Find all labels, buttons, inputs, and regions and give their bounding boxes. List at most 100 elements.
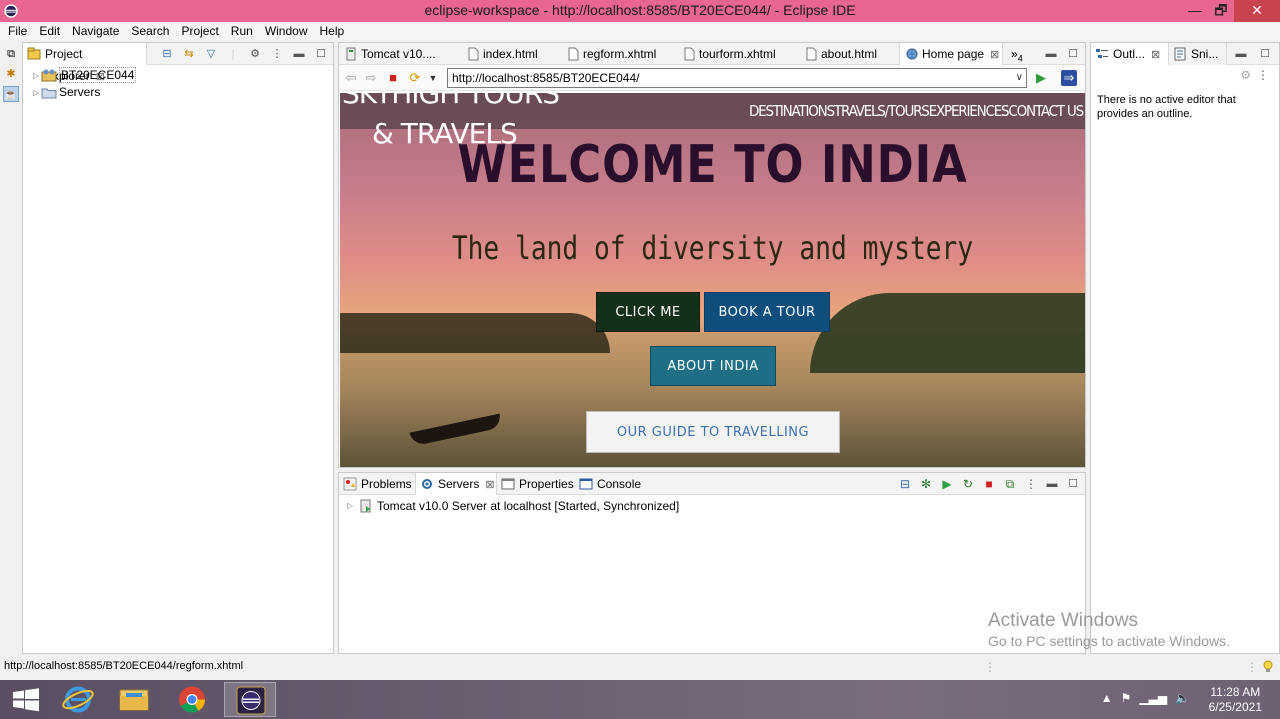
tab-label: Tomcat v10....	[361, 47, 436, 61]
navigator-icon[interactable]: ✱	[3, 66, 19, 82]
about-india-button[interactable]: ABOUT INDIA	[650, 346, 776, 386]
tab-properties[interactable]: Properties	[497, 473, 579, 495]
maximize-view-icon[interactable]: ☐	[313, 46, 329, 62]
url-dropdown-icon[interactable]: ∨	[1016, 69, 1023, 87]
restore-button[interactable]: 🗗	[1206, 0, 1236, 22]
start-button[interactable]	[0, 682, 52, 717]
menu-window[interactable]: Window	[259, 22, 314, 40]
tab-index-html[interactable]: index.html	[461, 43, 561, 65]
start-server-icon[interactable]: ▶	[939, 476, 955, 492]
book-tour-button[interactable]: BOOK A TOUR	[704, 292, 830, 332]
tip-bulb-icon[interactable]	[1262, 660, 1274, 674]
collapse-all-icon[interactable]: ⊟	[159, 46, 175, 62]
sync-icon[interactable]: ⚙	[247, 46, 263, 62]
taskbar-clock[interactable]: 11:28 AM 6/25/2021	[1209, 685, 1262, 715]
url-input[interactable]: http://localhost:8585/BT20ECE044/ ∨	[447, 68, 1027, 88]
overflow-chevron-icon: »	[1011, 47, 1018, 61]
volume-icon[interactable]: 🔈	[1175, 691, 1190, 705]
problems-icon	[343, 477, 357, 491]
minimize-view-icon[interactable]: ▬	[291, 46, 307, 62]
travel-guide-button[interactable]: OUR GUIDE TO TRAVELLING	[586, 411, 840, 453]
tab-console[interactable]: Console	[575, 473, 645, 495]
menu-file[interactable]: File	[2, 22, 33, 40]
tab-overflow[interactable]: »4	[1007, 43, 1037, 65]
stop-server-icon[interactable]: ■	[981, 476, 997, 492]
back-icon[interactable]: ⇦	[343, 70, 359, 86]
collapse-all-icon[interactable]: ⊟	[897, 476, 913, 492]
tab-label: Properties	[519, 477, 574, 491]
nav-destinations[interactable]: DESTINATIONS	[749, 102, 835, 120]
tab-servers[interactable]: Servers ⊠	[415, 473, 497, 495]
taskbar-file-explorer[interactable]	[108, 682, 160, 717]
minimize-editor-icon[interactable]: ▬	[1043, 46, 1059, 62]
view-menu-icon[interactable]: ⋮	[269, 46, 285, 62]
stop-icon[interactable]: ■	[385, 70, 401, 86]
tab-tourform[interactable]: tourform.xhtml	[677, 43, 799, 65]
expand-arrow-icon[interactable]: ▷	[33, 67, 39, 84]
click-me-button[interactable]: CLICK ME	[596, 292, 700, 332]
close-tab-icon[interactable]: ⊠	[485, 479, 494, 491]
tree-item-project[interactable]: ▷ BT20ECE044	[31, 67, 333, 84]
view-menu-icon[interactable]: ⋮	[1023, 476, 1039, 492]
tree-item-servers[interactable]: ▷ Servers	[31, 84, 333, 101]
go-icon[interactable]: ▶	[1033, 70, 1049, 86]
tomcat-server-icon	[360, 499, 371, 513]
menu-run[interactable]: Run	[225, 22, 259, 40]
refresh-icon[interactable]: ⟳	[407, 70, 423, 86]
profile-server-icon[interactable]: ↻	[960, 476, 976, 492]
nav-experiences[interactable]: EXPERIENCES	[929, 102, 1010, 120]
tab-label: Servers	[438, 477, 480, 491]
activate-windows-title: Activate Windows	[988, 610, 1138, 631]
debug-server-icon[interactable]: ✻	[918, 476, 934, 492]
filter-icon[interactable]: ▽	[203, 46, 219, 62]
nav-contact-us[interactable]: CONTACT US	[1008, 102, 1084, 120]
menu-edit[interactable]: Edit	[33, 22, 66, 40]
tab-about[interactable]: about.html	[799, 43, 899, 65]
expand-arrow-icon[interactable]: ▷	[33, 84, 39, 101]
maximize-view-icon[interactable]: ☐	[1257, 46, 1273, 62]
taskbar-eclipse[interactable]	[224, 682, 276, 717]
minimize-view-icon[interactable]: ▬	[1044, 476, 1060, 492]
expand-arrow-icon[interactable]: ▷	[347, 497, 353, 515]
nav-travels-tours[interactable]: TRAVELS/TOURS	[834, 102, 930, 120]
maximize-editor-icon[interactable]: ☐	[1065, 46, 1081, 62]
server-row[interactable]: ▷ Tomcat v10.0 Server at localhost [Star…	[339, 497, 1085, 515]
sync-icon[interactable]: ⚙	[1240, 68, 1251, 82]
menu-search[interactable]: Search	[125, 22, 175, 40]
forward-icon[interactable]: ⇨	[363, 70, 379, 86]
explorer-toolbar: ⊟ ⇆ ▽ | ⚙ ⋮ ▬ ☐	[159, 46, 329, 62]
close-tab-icon[interactable]: ⊠	[990, 49, 999, 61]
restore-perspective-icon[interactable]: ⧉	[3, 46, 19, 62]
tab-outline[interactable]: Outl... ⊠	[1091, 43, 1169, 65]
taskbar-internet-explorer[interactable]	[52, 682, 104, 717]
close-button[interactable]: ✕	[1234, 0, 1280, 22]
publish-icon[interactable]: ⧉	[1002, 476, 1018, 492]
tab-home-page[interactable]: Home page ⊠	[899, 43, 1003, 65]
tab-tomcat-config[interactable]: Tomcat v10....	[339, 43, 457, 65]
taskbar-chrome[interactable]	[166, 682, 218, 717]
tab-label: Problems	[361, 477, 412, 491]
menu-navigate[interactable]: Navigate	[66, 22, 125, 40]
tab-problems[interactable]: Problems	[339, 473, 415, 495]
tab-regform[interactable]: regform.xhtml	[561, 43, 679, 65]
project-explorer-view: Project Explorer ⊠ ⊟ ⇆ ▽ | ⚙ ⋮ ▬ ☐ ▷ BT20…	[22, 42, 334, 654]
java-ee-perspective-icon[interactable]: ☕	[3, 86, 19, 102]
minimize-view-icon[interactable]: ▬	[1233, 46, 1249, 62]
refresh-dropdown-icon[interactable]: ▼	[425, 70, 441, 86]
menu-project[interactable]: Project	[175, 22, 224, 40]
site-brand-line1[interactable]: SKYHIGH TOURS	[342, 93, 560, 110]
view-menu-icon[interactable]: ⋮	[1257, 68, 1269, 82]
tree-item-label: Servers	[59, 85, 101, 99]
menu-help[interactable]: Help	[314, 22, 351, 40]
tab-snippets[interactable]: Sni...	[1169, 43, 1227, 65]
action-center-flag-icon[interactable]: ⚑	[1121, 691, 1132, 705]
close-tab-icon[interactable]: ⊠	[1151, 49, 1160, 61]
tab-label: index.html	[483, 47, 538, 61]
network-signal-icon[interactable]: ▁▃▅	[1139, 691, 1167, 705]
show-hidden-icons-icon[interactable]: ▲	[1101, 691, 1113, 705]
maximize-view-icon[interactable]: ☐	[1065, 476, 1081, 492]
site-nav-links: DESTINATIONS TRAVELS/TOURS EXPERIENCES C…	[749, 102, 1084, 120]
link-with-editor-icon[interactable]: ⇆	[181, 46, 197, 62]
project-explorer-tab[interactable]: Project Explorer ⊠	[23, 43, 147, 83]
open-external-browser-icon[interactable]: ⇒	[1061, 70, 1077, 86]
